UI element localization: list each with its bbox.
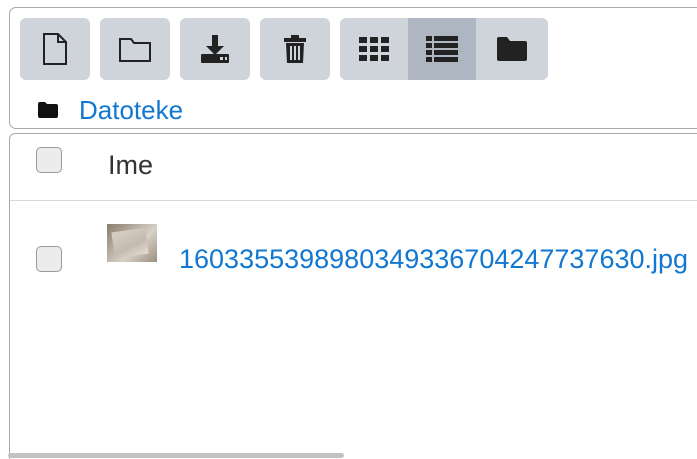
breadcrumb-root-link[interactable]: Datoteke bbox=[79, 95, 183, 126]
folder-icon bbox=[38, 102, 58, 118]
grid-view-button[interactable] bbox=[340, 18, 408, 80]
folder-view-icon bbox=[497, 37, 527, 61]
new-folder-icon bbox=[119, 38, 151, 62]
file-name-link[interactable]: 1603355398980349336704247737630.jpg bbox=[107, 233, 697, 286]
delete-icon bbox=[284, 35, 306, 63]
file-manager-toolbar: Datoteke bbox=[9, 7, 697, 129]
download-icon bbox=[201, 35, 229, 63]
horizontal-scrollbar[interactable] bbox=[8, 453, 344, 458]
file-list: Ime 1603355398980349336704247737630.jpg bbox=[9, 133, 697, 459]
row-checkbox[interactable] bbox=[36, 246, 62, 272]
grid-view-icon bbox=[359, 37, 389, 61]
delete-button[interactable] bbox=[260, 18, 330, 80]
table-row: 1603355398980349336704247737630.jpg bbox=[10, 201, 697, 331]
folder-view-button[interactable] bbox=[476, 18, 548, 80]
file-picker: Datoteke Ime 160335539898034933670424773… bbox=[0, 0, 697, 459]
select-all-checkbox[interactable] bbox=[36, 147, 62, 173]
list-view-button[interactable] bbox=[408, 18, 476, 80]
name-column-header[interactable]: Ime bbox=[108, 150, 153, 181]
new-file-icon bbox=[43, 33, 67, 65]
new-folder-button[interactable] bbox=[100, 18, 170, 80]
list-view-icon bbox=[426, 36, 458, 62]
breadcrumb: Datoteke bbox=[37, 92, 183, 128]
download-button[interactable] bbox=[180, 18, 250, 80]
new-file-button[interactable] bbox=[20, 18, 90, 80]
table-header: Ime bbox=[10, 134, 697, 201]
